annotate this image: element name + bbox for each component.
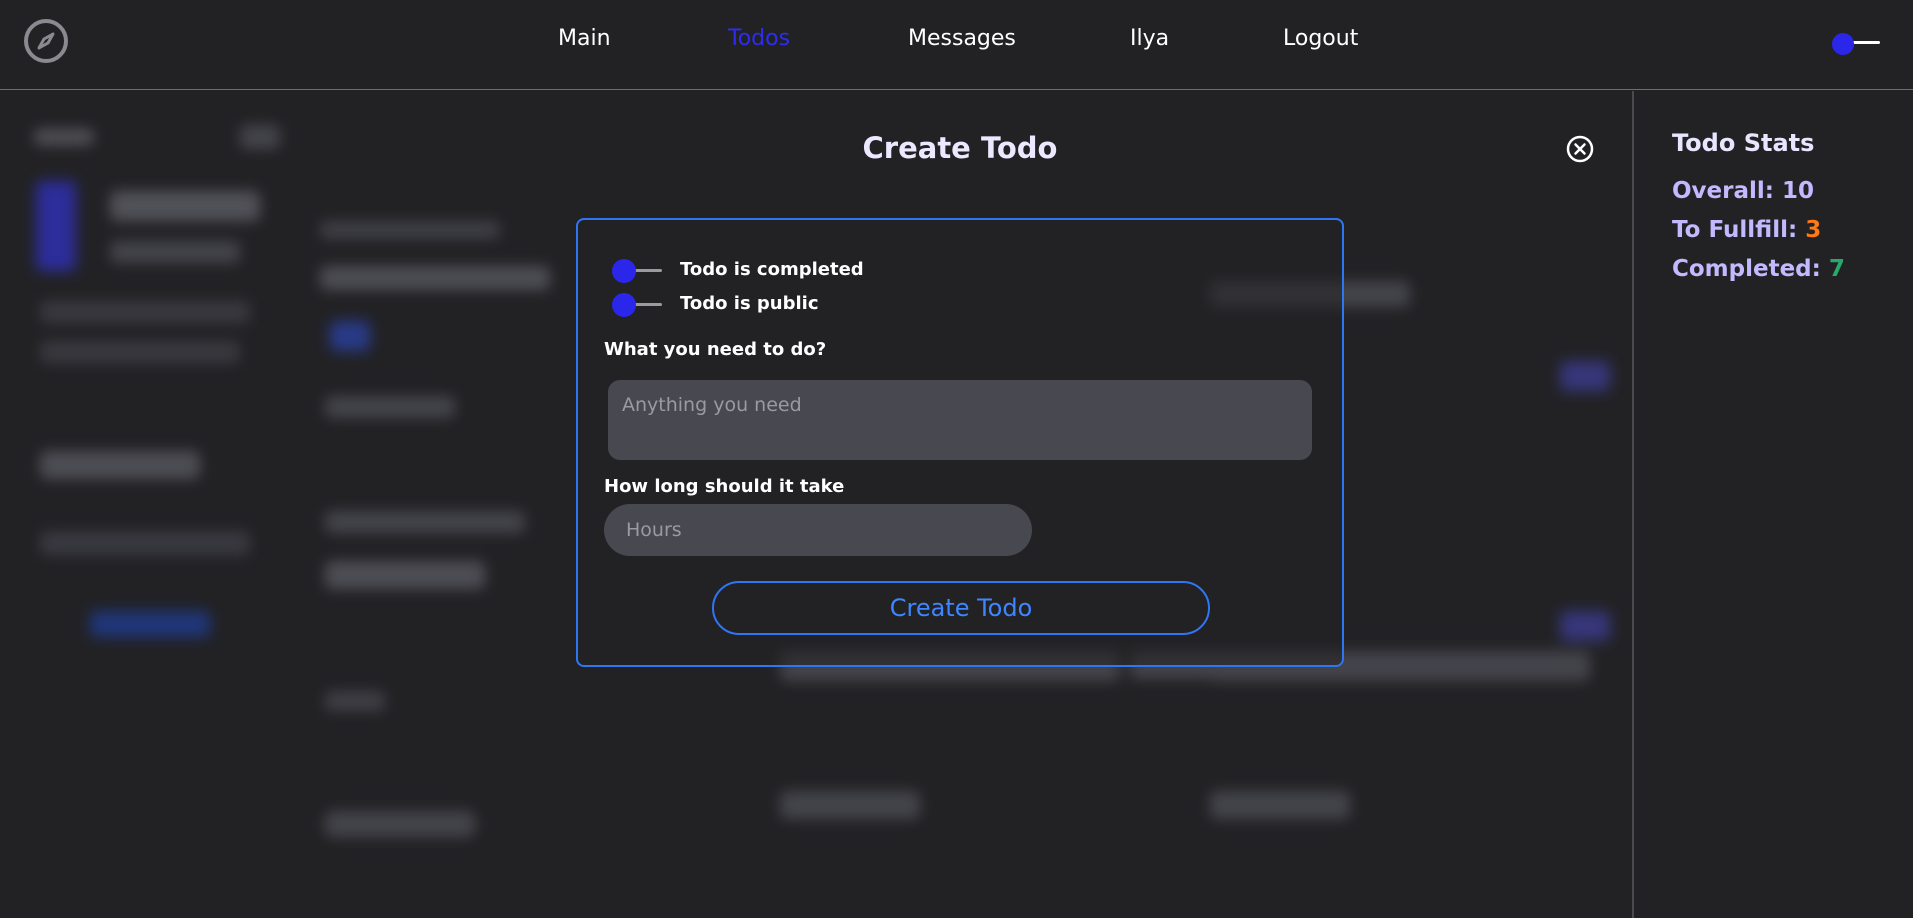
toggle-knob	[612, 259, 636, 283]
todo-text-input[interactable]	[608, 380, 1312, 460]
blur-block	[325, 811, 475, 837]
nav-messages[interactable]: Messages	[908, 26, 1016, 51]
completed-toggle-label: Todo is completed	[680, 259, 864, 280]
blur-block	[110, 241, 240, 263]
create-todo-form: Todo is completed Todo is public What yo…	[576, 218, 1344, 667]
theme-toggle[interactable]	[1832, 33, 1886, 55]
hours-label: How long should it take	[604, 476, 845, 497]
stat-overall-value: 10	[1782, 178, 1815, 204]
blur-block	[320, 266, 550, 290]
blur-block	[110, 191, 260, 221]
stat-to-fulfill-value: 3	[1805, 217, 1822, 243]
blur-block	[90, 611, 210, 637]
stat-to-fulfill-label: To Fullfill:	[1672, 217, 1798, 243]
modal-title: Create Todo	[0, 131, 1913, 165]
blur-block	[325, 561, 485, 589]
blur-block	[330, 321, 370, 351]
stat-overall: Overall: 10	[1672, 178, 1814, 204]
create-todo-button[interactable]: Create Todo	[712, 581, 1210, 635]
stat-to-fulfill: To Fullfill: 3	[1672, 217, 1821, 243]
todo-stats-panel: Todo Stats Overall: 10 To Fullfill: 3 Co…	[1632, 91, 1913, 918]
blur-block	[325, 396, 455, 418]
stat-completed: Completed: 7	[1672, 256, 1845, 282]
stat-overall-label: Overall:	[1672, 178, 1774, 204]
blur-block	[40, 301, 250, 323]
public-toggle-label: Todo is public	[680, 293, 819, 314]
blur-block	[1560, 361, 1610, 391]
blur-block	[780, 791, 920, 819]
blur-block	[1560, 611, 1610, 641]
toggle-knob	[1832, 33, 1854, 55]
todo-text-label: What you need to do?	[604, 339, 827, 360]
completed-toggle[interactable]	[612, 258, 664, 284]
nav-main[interactable]: Main	[558, 26, 611, 51]
public-toggle[interactable]	[612, 292, 664, 318]
top-navbar: Main Todos Messages Ilya Logout	[0, 0, 1913, 90]
stat-completed-label: Completed:	[1672, 256, 1821, 282]
nav-todos[interactable]: Todos	[728, 26, 790, 51]
close-icon[interactable]	[1565, 134, 1595, 164]
blur-block	[1210, 791, 1350, 819]
blur-block	[36, 181, 76, 271]
blur-block	[325, 691, 385, 711]
nav-logout[interactable]: Logout	[1283, 26, 1358, 51]
blur-block	[40, 451, 200, 479]
blur-block	[40, 531, 250, 555]
modal-title-text: Create Todo	[862, 131, 1058, 165]
main-nav: Main Todos Messages Ilya Logout	[0, 26, 1913, 58]
blur-block	[325, 511, 525, 533]
blur-block	[320, 221, 500, 239]
stats-title: Todo Stats	[1672, 129, 1815, 157]
stat-completed-value: 7	[1828, 256, 1845, 282]
hours-input[interactable]	[604, 504, 1032, 556]
nav-user-ilya[interactable]: Ilya	[1130, 26, 1169, 51]
blur-block	[40, 341, 240, 363]
toggle-knob	[612, 293, 636, 317]
